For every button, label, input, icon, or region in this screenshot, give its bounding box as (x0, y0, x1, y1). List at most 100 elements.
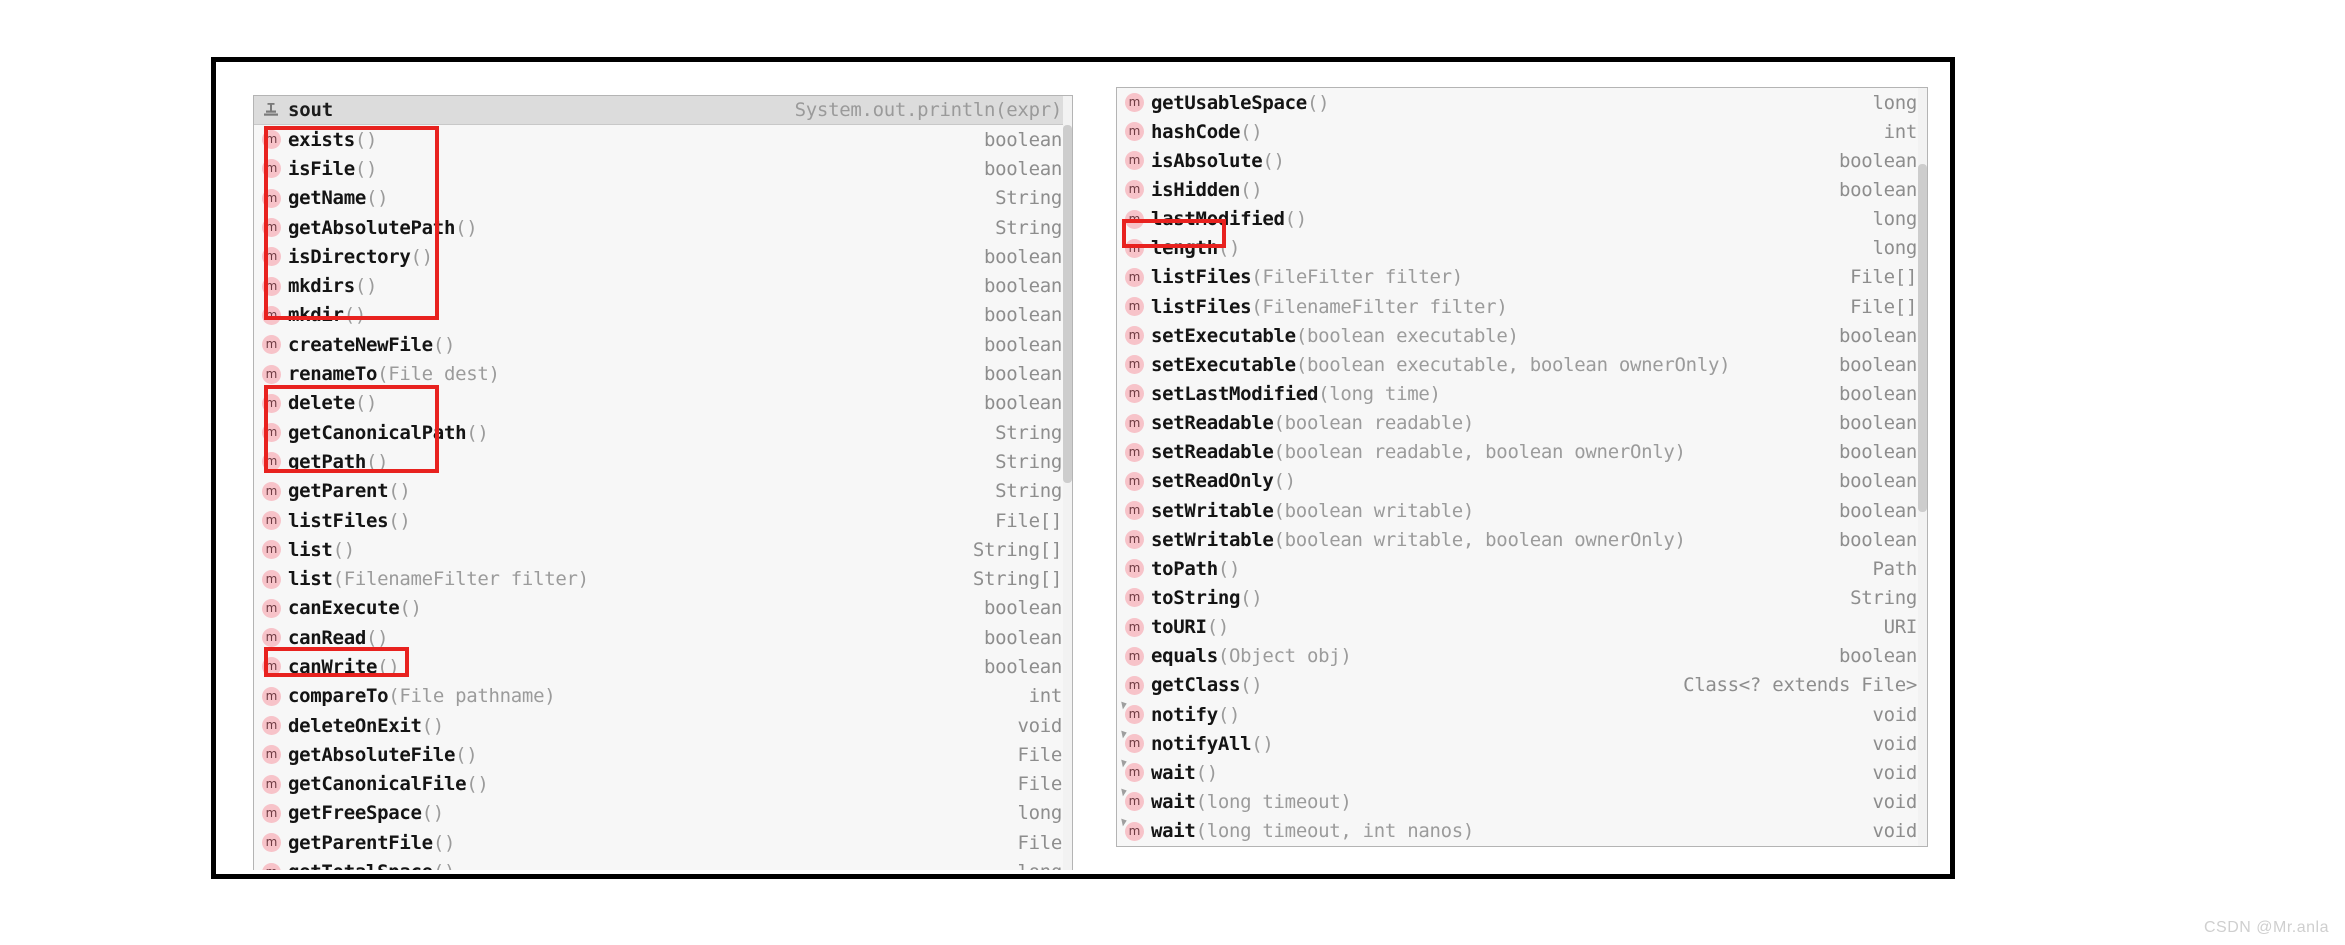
completion-item[interactable]: m hashCode() int (1117, 117, 1927, 147)
scrollbar-track-right[interactable] (1918, 88, 1927, 846)
completion-item[interactable]: m isAbsolute() boolean (1117, 146, 1927, 176)
completion-item[interactable]: m isDirectory() boolean (254, 242, 1072, 272)
scrollbar-track-left[interactable] (1063, 96, 1072, 870)
completion-item[interactable]: m listFiles(FileFilter filter) File[] (1117, 262, 1927, 292)
completion-item[interactable]: m getParentFile() File (254, 828, 1072, 858)
method-return-type: void (1872, 761, 1917, 784)
completion-item[interactable]: m canRead() boolean (254, 623, 1072, 653)
completion-item[interactable]: m isFile() boolean (254, 154, 1072, 184)
completion-item[interactable]: m toPath() Path (1117, 554, 1927, 584)
method-params: (long timeout) (1195, 790, 1352, 813)
method-signature: getFreeSpace() (288, 802, 444, 824)
scrollbar-thumb-right[interactable] (1918, 163, 1927, 513)
scrollbar-thumb-left[interactable] (1063, 125, 1072, 483)
method-signature: toString() (1151, 586, 1263, 609)
completion-item[interactable]: m notifyAll() void (1117, 729, 1927, 759)
completion-item[interactable]: m getAbsolutePath() String (254, 212, 1072, 243)
method-signature: length() (1151, 237, 1240, 259)
completion-item[interactable]: m setWritable(boolean writable) boolean (1117, 495, 1927, 526)
completion-item[interactable]: m list() String[] (254, 535, 1072, 565)
completion-item[interactable]: m canExecute() boolean (254, 593, 1072, 624)
completion-item[interactable]: m list(FilenameFilter filter) String[] (254, 564, 1072, 594)
completion-item[interactable]: m getUsableSpace() long (1117, 88, 1927, 118)
completion-item[interactable]: m wait() void (1117, 758, 1927, 788)
completion-popup-right[interactable]: m getUsableSpace() long m hashCode() int m isAb… (1116, 87, 1928, 847)
method-name: wait (1151, 820, 1196, 843)
completion-item[interactable]: m exists() boolean (254, 125, 1072, 155)
method-params: () (343, 304, 367, 327)
completion-item[interactable]: m setReadOnly() boolean (1117, 466, 1927, 496)
method-name: listFiles (1151, 295, 1252, 318)
method-signature: setReadable(boolean readable, boolean ow… (1151, 441, 1686, 463)
method-signature: getName() (288, 187, 389, 209)
method-signature: lastModified() (1151, 208, 1307, 230)
method-icon: m (1125, 238, 1144, 258)
completion-item[interactable]: m lastModified() long (1117, 204, 1927, 234)
method-icon: m (262, 247, 281, 267)
completion-item[interactable]: m delete() boolean (254, 388, 1072, 418)
method-signature: isFile() (288, 158, 377, 180)
completion-item[interactable]: m setWritable(boolean writable, boolean o… (1117, 525, 1927, 555)
method-return-type: long (1872, 208, 1917, 231)
completion-item[interactable]: m setExecutable(boolean executable, boole… (1117, 350, 1927, 380)
method-return-type: boolean (1839, 324, 1917, 347)
method-params: () (332, 538, 356, 561)
live-template-row[interactable]: sout System.out.println(expr) (254, 96, 1072, 125)
completion-item[interactable]: m notify() void (1117, 699, 1927, 730)
completion-item[interactable]: m getAbsoluteFile() File (254, 740, 1072, 770)
completion-item[interactable]: m deleteOnExit() void (254, 710, 1072, 741)
completion-item[interactable]: m toURI() URI (1117, 612, 1927, 642)
method-return-type: boolean (984, 363, 1062, 386)
completion-item[interactable]: m compareTo(File pathname) int (254, 681, 1072, 711)
completion-item[interactable]: m canWrite() boolean (254, 652, 1072, 682)
completion-item[interactable]: m setLastModified(long time) boolean (1117, 379, 1927, 409)
method-name: setReadOnly (1151, 470, 1274, 493)
completion-item[interactable]: m getPath() String (254, 447, 1072, 477)
completion-item[interactable]: m getFreeSpace() long (254, 798, 1072, 829)
method-icon: m (262, 364, 281, 384)
method-list-right[interactable]: m getUsableSpace() long m hashCode() int m isAb… (1117, 88, 1927, 846)
method-params: (boolean readable, boolean ownerOnly) (1273, 441, 1686, 464)
method-return-type: long (1017, 802, 1062, 825)
completion-item[interactable]: m toString() String (1117, 583, 1927, 613)
method-list-left[interactable]: m exists() boolean m isFile() boolean m getName… (254, 125, 1072, 870)
completion-item[interactable]: m getTotalSpace() long (254, 857, 1072, 870)
completion-popup-left[interactable]: sout System.out.println(expr) m exists() b… (253, 95, 1073, 870)
method-icon: m (262, 511, 281, 530)
method-signature: createNewFile() (288, 334, 455, 356)
completion-item[interactable]: m listFiles(FilenameFilter filter) File[] (1117, 291, 1927, 322)
method-params: () (1217, 557, 1241, 580)
completion-item[interactable]: m setExecutable(boolean executable) boolea… (1117, 321, 1927, 351)
completion-item[interactable]: m mkdir() boolean (254, 300, 1072, 331)
completion-item[interactable]: m getClass() Class<? extends File> (1117, 670, 1927, 700)
completion-item[interactable]: m listFiles() File[] (254, 505, 1072, 536)
completion-item[interactable]: m isHidden() boolean (1117, 175, 1927, 205)
method-signature: canRead() (288, 627, 389, 649)
completion-item[interactable]: m setReadable(boolean readable, boolean o… (1117, 437, 1927, 467)
completion-item[interactable]: m getCanonicalFile() File (254, 769, 1072, 799)
method-params: () (1240, 586, 1263, 609)
completion-item[interactable]: m setReadable(boolean readable) boolean (1117, 408, 1927, 438)
completion-item[interactable]: m wait(long timeout) void (1117, 787, 1927, 817)
completion-item[interactable]: m mkdirs() boolean (254, 271, 1072, 301)
method-signature: wait() (1151, 762, 1218, 784)
completion-item[interactable]: m createNewFile() boolean (254, 330, 1072, 360)
method-name: setReadable (1151, 441, 1274, 464)
method-signature: delete() (288, 392, 377, 414)
completion-item[interactable]: m equals(Object obj) boolean (1117, 641, 1927, 671)
completion-item[interactable]: m renameTo(File dest) boolean (254, 359, 1072, 389)
method-params: () (1306, 91, 1330, 114)
method-icon: m (262, 862, 281, 870)
method-name: createNewFile (288, 333, 433, 356)
completion-item[interactable]: m length() long (1117, 233, 1927, 263)
method-name: mkdir (288, 304, 344, 327)
completion-item[interactable]: m getCanonicalPath() String (254, 417, 1072, 448)
method-params: (Object obj) (1217, 645, 1352, 668)
method-signature: getAbsoluteFile() (288, 744, 478, 766)
completion-item[interactable]: m getParent() String (254, 476, 1072, 506)
method-return-type: boolean (984, 304, 1062, 327)
completion-item[interactable]: m getName() String (254, 183, 1072, 213)
method-signature: canExecute() (288, 597, 422, 619)
method-return-type: boolean (984, 157, 1062, 180)
completion-item[interactable]: m wait(long timeout, int nanos) void (1117, 816, 1927, 846)
